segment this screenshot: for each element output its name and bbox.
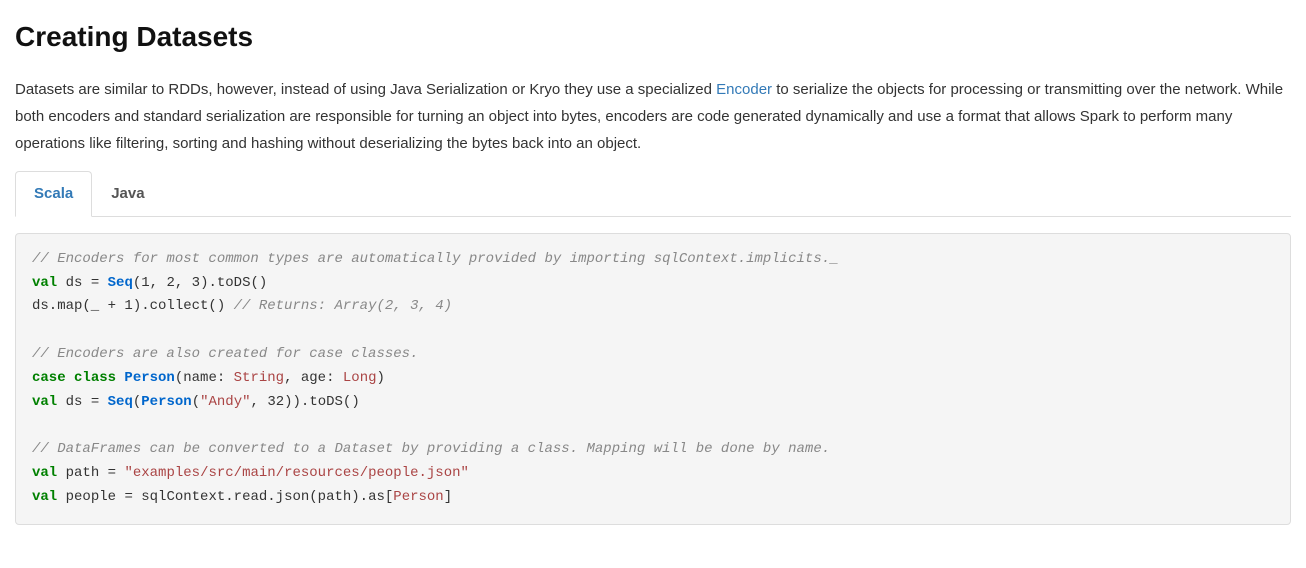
code-text: ) xyxy=(377,370,385,386)
intro-paragraph: Datasets are similar to RDDs, however, i… xyxy=(15,76,1291,157)
code-text: path xyxy=(57,465,107,481)
code-keyword: case xyxy=(32,370,66,386)
code-text: ( xyxy=(133,394,141,410)
code-comment: // Returns: Array(2, 3, 4) xyxy=(234,298,452,314)
code-text: ds xyxy=(57,394,91,410)
code-type: Seq xyxy=(108,275,133,291)
code-text: ] xyxy=(444,489,452,505)
code-string: "examples/src/main/resources/people.json… xyxy=(124,465,468,481)
code-block-scala: // Encoders for most common types are au… xyxy=(15,233,1291,525)
code-class: Person xyxy=(393,489,443,505)
code-text: = xyxy=(91,394,108,410)
code-text: ds.map(_ + 1).collect() xyxy=(32,298,234,314)
code-comment: // DataFrames can be converted to a Data… xyxy=(32,441,830,457)
tab-scala[interactable]: Scala xyxy=(15,171,92,217)
code-text: ds xyxy=(57,275,91,291)
code-text: (name: xyxy=(175,370,234,386)
code-text: sqlContext.read.json(path).as[ xyxy=(141,489,393,505)
code-text: = xyxy=(108,465,125,481)
code-class: String xyxy=(234,370,284,386)
code-class: Long xyxy=(343,370,377,386)
code-keyword: val xyxy=(32,275,57,291)
code-text: ( xyxy=(192,394,200,410)
intro-text-1: Datasets are similar to RDDs, however, i… xyxy=(15,81,716,98)
code-text: , 32)).toDS() xyxy=(251,394,360,410)
code-text: , age: xyxy=(284,370,343,386)
code-comment: // Encoders are also created for case cl… xyxy=(32,346,418,362)
code-string: "Andy" xyxy=(200,394,250,410)
code-keyword: val xyxy=(32,489,57,505)
code-text: = xyxy=(124,489,141,505)
code-comment: // Encoders for most common types are au… xyxy=(32,251,839,267)
language-tabs: Scala Java xyxy=(15,171,1291,217)
code-text: = xyxy=(91,275,108,291)
code-type: Seq xyxy=(108,394,133,410)
code-keyword: val xyxy=(32,465,57,481)
tab-java[interactable]: Java xyxy=(92,171,163,217)
code-keyword: class xyxy=(66,370,125,386)
code-type: Person xyxy=(141,394,191,410)
code-text: (1, 2, 3).toDS() xyxy=(133,275,267,291)
code-text: people xyxy=(57,489,124,505)
code-keyword: val xyxy=(32,394,57,410)
section-heading: Creating Datasets xyxy=(15,15,1291,60)
encoder-link[interactable]: Encoder xyxy=(716,81,772,98)
code-type: Person xyxy=(124,370,174,386)
